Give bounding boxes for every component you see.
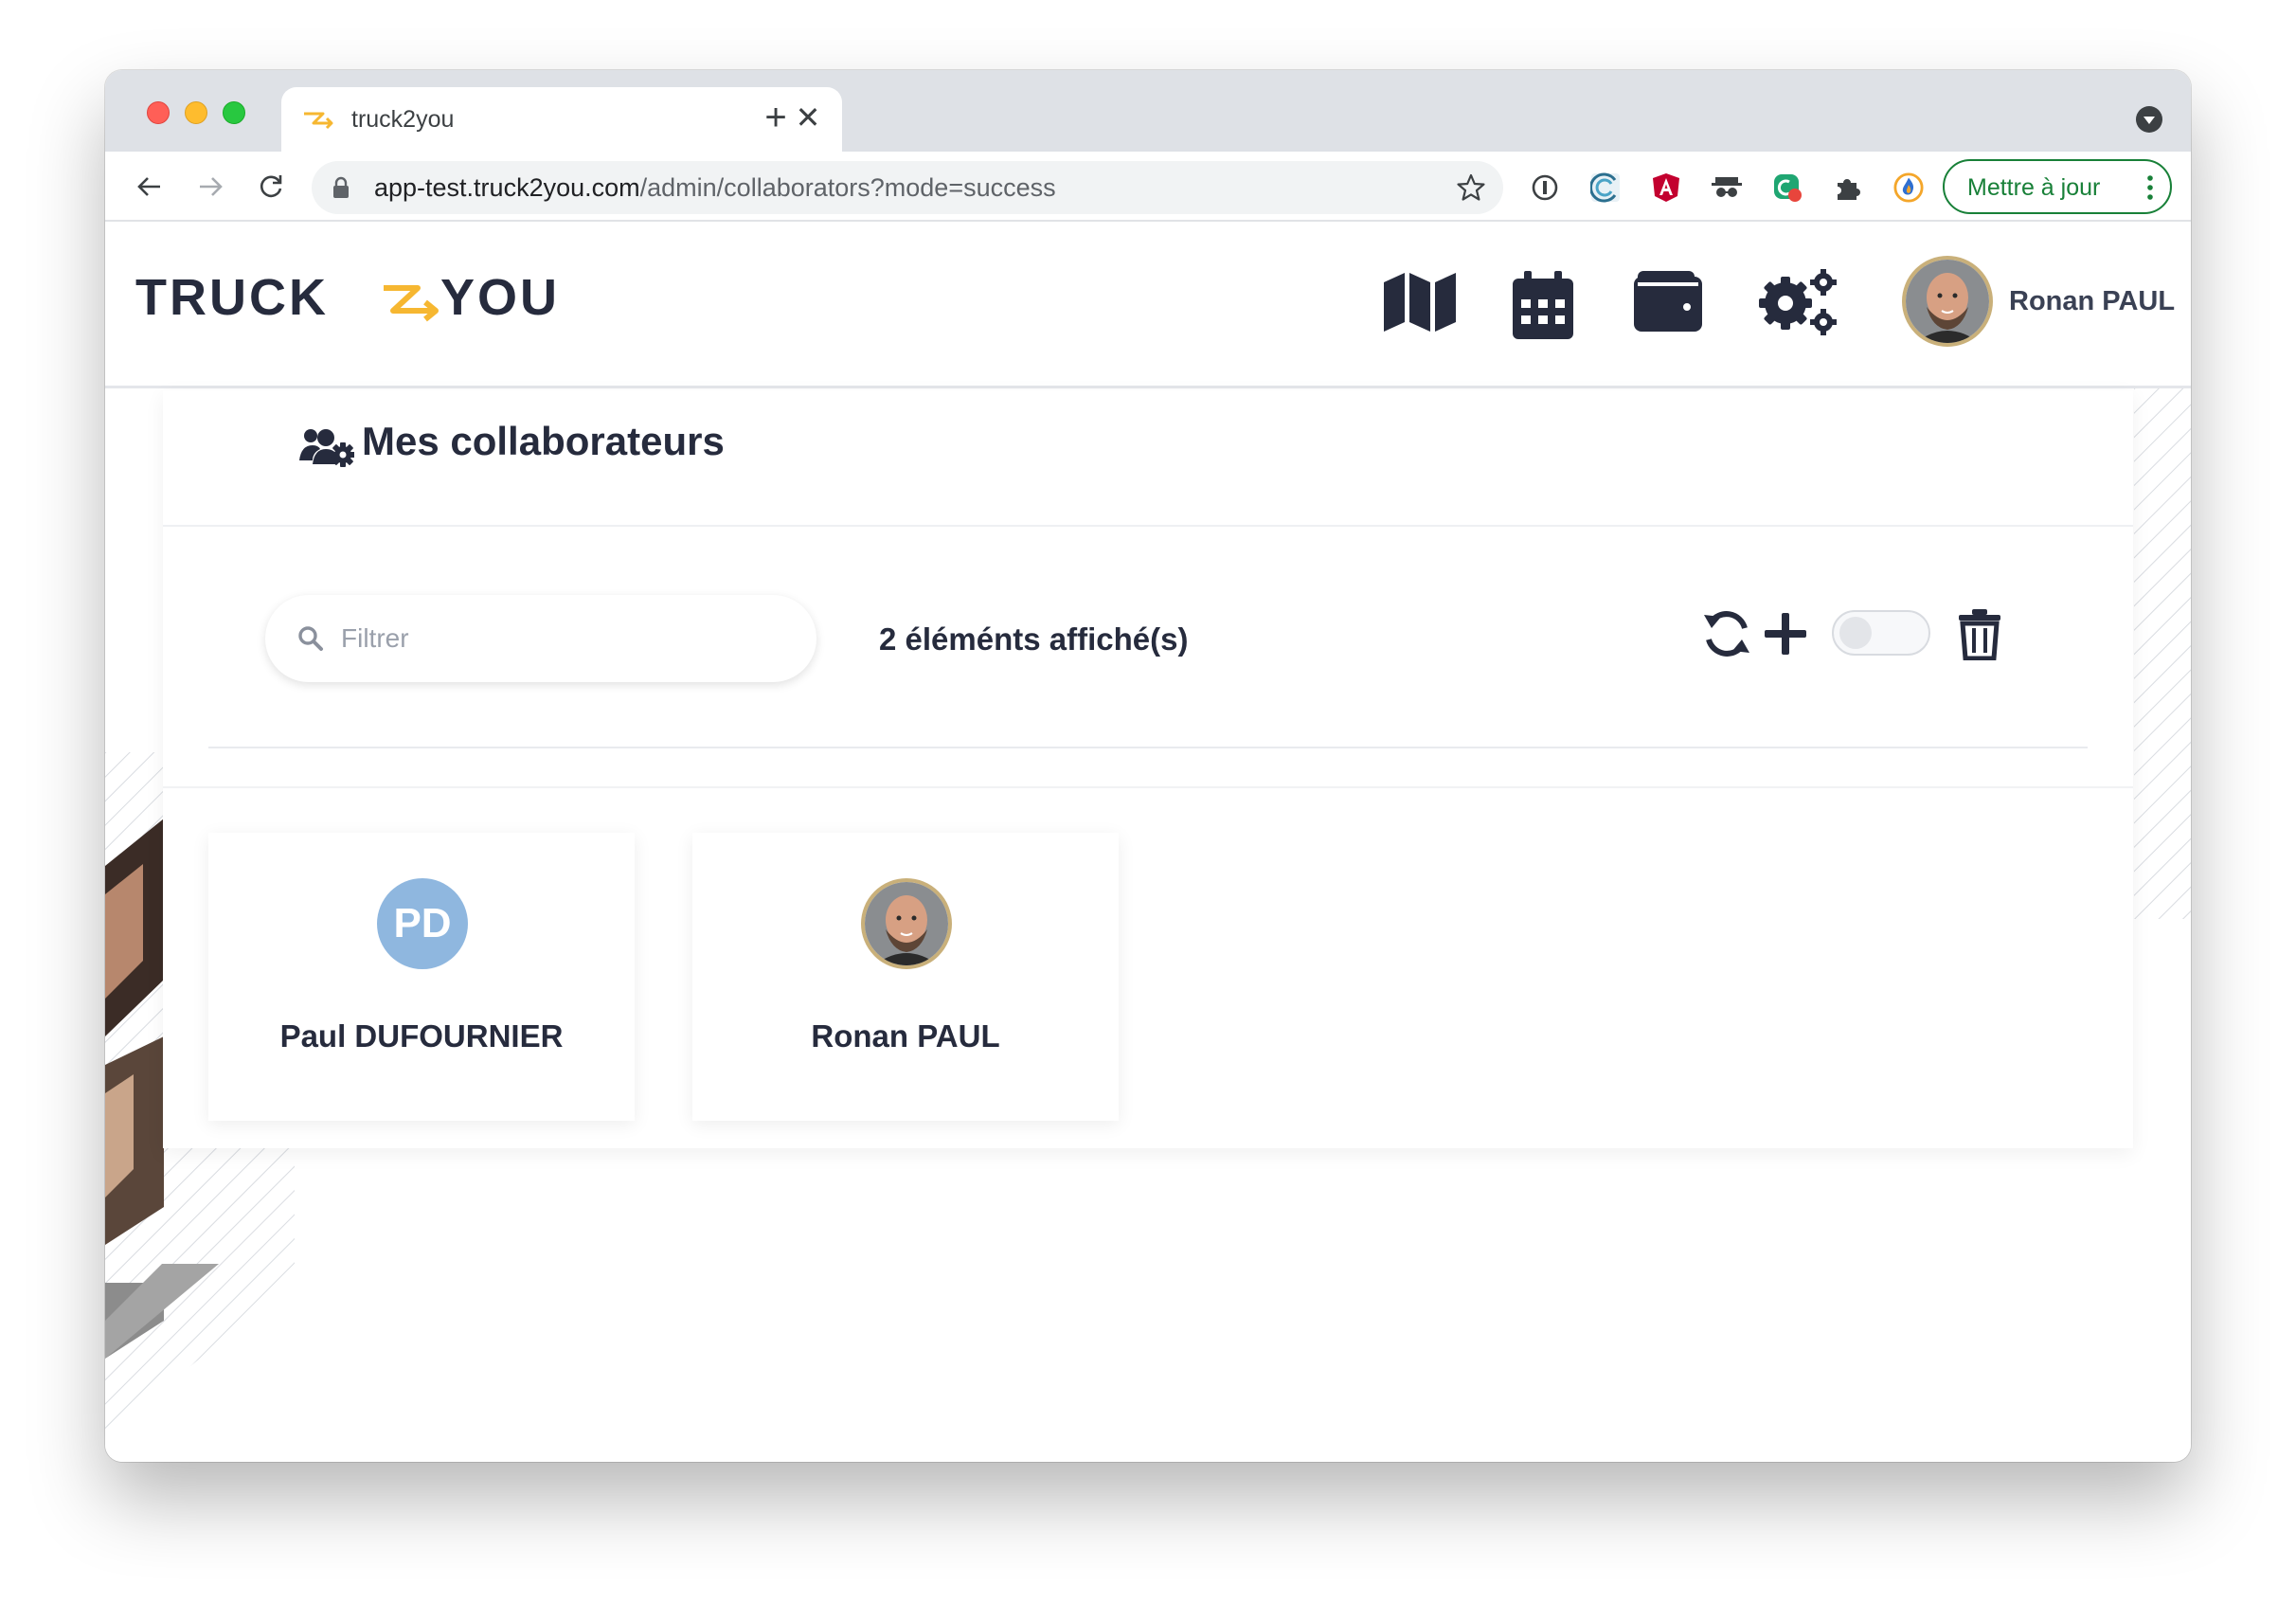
collaborator-name: Paul DUFOURNIER <box>279 1018 564 1054</box>
wave-icon <box>1590 172 1620 203</box>
angular-icon <box>1653 173 1679 202</box>
incognito-extension-icon[interactable] <box>1712 172 1742 203</box>
green-shield-icon <box>1774 174 1802 202</box>
items-count-label: 2 éléménts affiché(s) <box>879 621 1189 657</box>
tab-close-icon[interactable]: ✕ <box>791 100 825 135</box>
update-browser-label: Mettre à jour <box>1967 174 2101 201</box>
search-icon <box>298 626 323 651</box>
background-stripes-decoration <box>2134 388 2191 919</box>
flame-badge-icon <box>1893 172 1924 203</box>
reload-icon <box>260 175 282 198</box>
reload-button[interactable] <box>249 165 293 208</box>
page-title-row: Mes collaborateurs <box>163 390 2133 527</box>
users-cog-icon <box>299 429 354 467</box>
sync-icon <box>1704 611 1749 657</box>
tab-search-icon[interactable] <box>2136 106 2162 133</box>
page-viewport: TRUCK YOU Ronan PAUL Mes collaborateurs … <box>105 222 2191 1462</box>
back-button[interactable] <box>128 165 171 208</box>
logo-text-left: TRUCK <box>135 269 329 326</box>
update-browser-button[interactable]: Mettre à jour <box>1943 159 2172 214</box>
toggle-knob <box>1839 617 1872 649</box>
tab-title: truck2you <box>351 106 455 133</box>
maximize-window-button[interactable] <box>223 101 245 124</box>
url-text: app-test.truck2you.com/admin/collaborato… <box>374 173 1056 203</box>
forward-button[interactable] <box>188 165 232 208</box>
profile-extension-icon[interactable] <box>1893 172 1924 203</box>
divider <box>208 747 2088 748</box>
map-icon[interactable] <box>1382 271 1458 333</box>
lock-icon <box>333 176 349 198</box>
close-window-button[interactable] <box>147 101 170 124</box>
settings-gears-icon[interactable] <box>1757 267 1842 337</box>
archive-toggle[interactable] <box>1832 610 1930 656</box>
extensions-puzzle-icon[interactable] <box>1833 172 1863 203</box>
url-path: /admin/collaborators?mode=success <box>639 173 1056 202</box>
url-host: app-test.truck2you.com <box>374 173 640 202</box>
browser-toolbar: app-test.truck2you.com/admin/collaborato… <box>105 152 2191 222</box>
filter-field[interactable] <box>265 595 816 682</box>
collaborator-name: Ronan PAUL <box>811 1018 1000 1054</box>
angular-extension-icon[interactable] <box>1651 172 1681 203</box>
collaborator-card[interactable]: Ronan PAUL <box>692 833 1119 1121</box>
collaborator-initials-avatar: PD <box>377 878 468 969</box>
info-circle-icon <box>1532 174 1558 201</box>
address-bar[interactable]: app-test.truck2you.com/admin/collaborato… <box>312 161 1503 214</box>
divider <box>163 786 2133 788</box>
truck2you-favicon-icon <box>304 112 333 130</box>
forward-arrow-icon <box>200 177 223 196</box>
delete-button[interactable] <box>1950 604 2009 663</box>
refresh-button[interactable] <box>1697 604 1756 663</box>
spy-icon <box>1712 177 1742 197</box>
add-collaborator-button[interactable] <box>1756 604 1815 663</box>
back-arrow-icon <box>137 177 160 196</box>
wallet-icon[interactable] <box>1634 271 1702 333</box>
clipboard-extension-icon[interactable] <box>1772 172 1803 203</box>
header-user-name[interactable]: Ronan PAUL <box>2009 286 2175 317</box>
app-header: TRUCK YOU Ronan PAUL <box>105 222 2191 388</box>
new-tab-button[interactable]: + <box>757 99 795 136</box>
wave-extension-icon[interactable] <box>1590 172 1621 203</box>
plus-icon <box>1765 613 1806 655</box>
bookmark-star-icon[interactable] <box>1456 172 1486 203</box>
calendar-icon[interactable] <box>1513 271 1573 339</box>
user-photo-icon <box>865 882 948 965</box>
collaborator-card[interactable]: PD Paul DUFOURNIER <box>208 833 635 1121</box>
puzzle-icon <box>1838 179 1860 200</box>
more-vertical-icon <box>2147 175 2153 200</box>
user-avatar[interactable] <box>1902 256 1993 347</box>
password-manager-extension-icon[interactable] <box>1530 172 1560 203</box>
user-photo-icon <box>1906 260 1989 343</box>
collaborators-panel: Mes collaborateurs 2 éléménts affiché(s) <box>163 390 2133 1148</box>
filter-input[interactable] <box>341 616 786 661</box>
logo-text-right: YOU <box>440 269 560 326</box>
page-title: Mes collaborateurs <box>362 419 725 463</box>
browser-window: truck2you ✕ + app-test.truck2you.com/adm… <box>105 70 2191 1462</box>
collaborator-photo-avatar <box>861 878 952 969</box>
trash-icon <box>1959 609 2000 660</box>
minimize-window-button[interactable] <box>185 101 207 124</box>
tab-strip: truck2you ✕ + <box>105 70 2191 152</box>
truck2you-logo[interactable]: TRUCK YOU <box>135 267 592 330</box>
